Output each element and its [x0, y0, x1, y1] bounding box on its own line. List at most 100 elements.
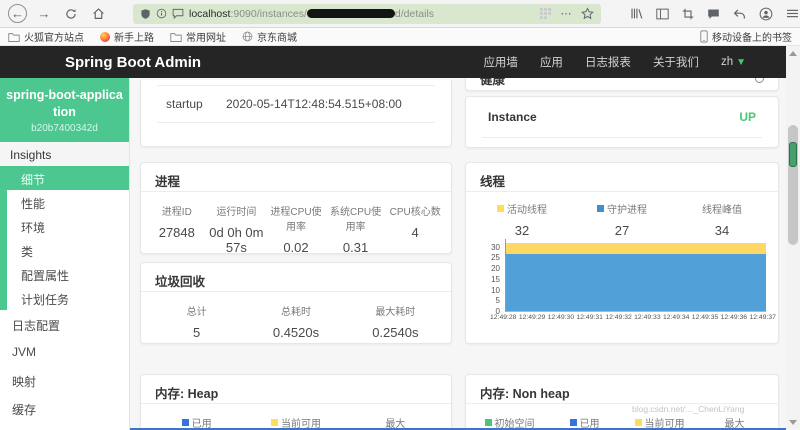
health-panel: 健康 [465, 78, 779, 91]
nonheap-panel: 内存: Non heap 初始空间 已用 当前可用 最大 [465, 374, 779, 430]
legend-square [270, 419, 278, 426]
nav-journal[interactable]: 日志报表 [585, 54, 631, 70]
gc-panel: 垃圾回收 总计 5 总耗时 0.4520s 最大耗时 0.2540s [140, 262, 452, 344]
sidebar-submenu: 细节 性能 环境 类 配置属性 计划任务 [0, 165, 129, 310]
refresh-icon[interactable] [61, 4, 81, 24]
sidebar-item-environment[interactable]: 环境 [7, 214, 129, 238]
account-icon[interactable] [759, 7, 773, 21]
redacted-url-segment [306, 9, 395, 19]
stat-value: 5 [193, 325, 201, 340]
nonheap-panel-title: 内存: Non heap [466, 375, 778, 404]
nav-wallboard[interactable]: 应用墙 [483, 54, 518, 70]
bookmark-folder-firefox-official[interactable]: 火狐官方站点 [8, 29, 84, 44]
scroll-up-icon[interactable] [789, 51, 797, 56]
browser-toolbar: ← → localhost:9090/instances/d/details ⋯ [0, 0, 800, 28]
threads-chart-plot [505, 239, 766, 312]
shield-icon[interactable] [140, 8, 151, 20]
sidebar-item-mappings[interactable]: 映射 [0, 366, 129, 394]
bookmark-getting-started[interactable]: 新手上路 [100, 29, 154, 44]
startup-panel: startup 2020-05-14T12:48:54.515+08:00 [140, 80, 452, 147]
mobile-phone-icon [700, 30, 708, 43]
stat-value: 4 [411, 225, 419, 240]
language-switcher[interactable]: zh ▼ [721, 56, 746, 68]
bookmark-star-icon[interactable] [581, 7, 594, 20]
application-name: spring-boot-application [6, 88, 123, 119]
sidebar-item-caches[interactable]: 缓存 [0, 394, 129, 422]
app-brand[interactable]: Spring Boot Admin [65, 54, 201, 71]
back-icon[interactable]: ← [8, 4, 27, 23]
heap-legend: 已用 当前可用 最大 [141, 404, 451, 430]
application-instance-id: b20b7400342d [31, 122, 98, 134]
threads-chart-xaxis: 12:49:28 12:49:29 12:49:30 12:49:31 12:49:32… [490, 314, 776, 321]
stat-value: 34 [714, 223, 730, 238]
instance-status-badge: UP [739, 110, 756, 124]
menu-hamburger-icon[interactable] [786, 8, 799, 19]
threads-stats: 活动线程 32 守护进程 27 线程峰值 34 [466, 192, 778, 238]
sidebar-item-loggers[interactable]: 日志配置 [0, 310, 129, 338]
sidebar-section-insights[interactable]: Insights [0, 141, 129, 166]
page-actions-icon[interactable]: ⋯ [556, 4, 576, 24]
globe-icon [242, 31, 253, 42]
sidebar-item-metrics[interactable]: 性能 [7, 190, 129, 214]
startup-value: 2020-05-14T12:48:54.515+08:00 [226, 97, 402, 111]
heap-panel-title: 内存: Heap [141, 375, 451, 404]
gc-stats: 总计 5 总耗时 0.4520s 最大耗时 0.2540s [141, 292, 451, 340]
url-bar[interactable]: localhost:9090/instances/d/details ⋯ [133, 3, 601, 24]
chevron-down-icon: ▼ [736, 56, 746, 68]
main-content: startup 2020-05-14T12:48:54.515+08:00 进程… [130, 78, 786, 430]
instance-label: Instance [488, 110, 537, 124]
stat-label: 运行时间 [216, 207, 257, 218]
sidebar-item-scheduled-tasks[interactable]: 计划任务 [7, 286, 129, 310]
stat-value: 27848 [158, 225, 195, 240]
reader-bubble-icon[interactable] [172, 8, 184, 19]
screenshot-crop-icon[interactable] [682, 8, 694, 20]
legend-square [181, 419, 189, 426]
site-info-icon[interactable] [156, 8, 167, 19]
stat-value: 0.4520s [272, 325, 320, 340]
scrollbar-thumb[interactable] [788, 125, 798, 245]
library-icon[interactable] [630, 7, 643, 20]
undo-reply-icon[interactable] [733, 8, 746, 20]
sidebar-item-config-properties[interactable]: 配置属性 [7, 262, 129, 286]
legend-square [634, 419, 642, 426]
nav-about[interactable]: 关于我们 [653, 54, 699, 70]
bookmark-jd[interactable]: 京东商城 [242, 29, 297, 44]
legend-square [484, 419, 492, 426]
sidebar: spring-boot-application b20b7400342d Ins… [0, 78, 130, 430]
stat-value: 27 [614, 223, 630, 238]
nav-applications[interactable]: 应用 [540, 54, 563, 70]
stat-label: 守护进程 [607, 205, 647, 216]
feedback-bubble-icon[interactable] [707, 8, 720, 20]
process-panel: 进程 进程ID 27848 运行时间 0d 0h 0m 57s 进程CPU使用率 0.… [140, 162, 452, 255]
bookmark-folder-common-sites[interactable]: 常用网址 [170, 29, 226, 44]
sidebar-item-details[interactable]: 细节 [0, 165, 129, 190]
app-nav: 应用墙 应用 日志报表 关于我们 zh ▼ [483, 54, 746, 70]
threads-panel-title: 线程 [466, 163, 778, 192]
bookmark-mobile-bookmarks[interactable]: 移动设备上的书签 [700, 29, 792, 44]
legend-square [597, 205, 604, 212]
sidebar-toggle-icon[interactable] [656, 8, 669, 20]
sidebar-item-jvm[interactable]: JVM [0, 338, 129, 366]
stat-label: 最大耗时 [375, 307, 416, 318]
scroll-down-icon[interactable] [789, 420, 797, 425]
sidebar-item-classes[interactable]: 类 [7, 238, 129, 262]
page-scrollbar[interactable] [786, 46, 800, 430]
stat-label: 线程峰值 [702, 205, 742, 216]
stat-label: 进程CPU使用率 [270, 207, 322, 233]
legend-square [569, 419, 577, 426]
gc-panel-title: 垃圾回收 [141, 263, 451, 292]
threads-chart: 0 5 10 15 20 25 30 [478, 239, 766, 316]
health-panel-title: 健康 [480, 78, 506, 87]
home-icon[interactable] [88, 4, 108, 24]
process-panel-title: 进程 [141, 163, 451, 192]
folder-icon [8, 32, 20, 42]
extension-icon[interactable] [540, 8, 551, 19]
threads-chart-yaxis: 0 5 10 15 20 25 30 [491, 242, 500, 316]
application-box[interactable]: spring-boot-application b20b7400342d [0, 78, 129, 142]
app-header: Spring Boot Admin 应用墙 应用 日志报表 关于我们 zh ▼ [0, 46, 786, 78]
legend-square [497, 205, 504, 212]
stat-label: 总计 [186, 307, 207, 318]
forward-icon[interactable]: → [34, 4, 54, 24]
stat-label: 总耗时 [280, 307, 311, 318]
instance-panel: Instance UP [465, 96, 779, 148]
